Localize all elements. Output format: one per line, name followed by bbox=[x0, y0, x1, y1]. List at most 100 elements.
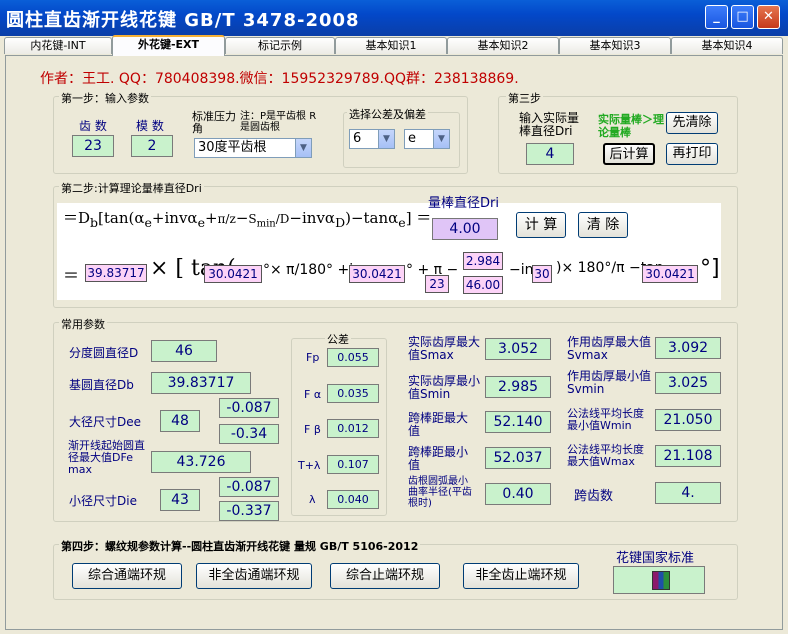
pressure-angle-label: 标准压力角 bbox=[192, 110, 236, 135]
teeth-input[interactable]: 23 bbox=[72, 135, 114, 157]
tolerance-title: 选择公差及偏差 bbox=[347, 106, 428, 122]
fp-value: 0.055 bbox=[327, 348, 379, 367]
root-radius-label: 齿根圆弧最小曲率半径(平齿根时) bbox=[408, 476, 472, 509]
span-teeth-value: 4. bbox=[655, 482, 721, 504]
smax-value: 3.052 bbox=[485, 338, 551, 360]
minor-dia-value: 43 bbox=[160, 489, 200, 511]
smax-label: 实际齿厚最大值Smax bbox=[408, 335, 481, 362]
t-lambda-value: 0.107 bbox=[327, 455, 379, 474]
root-note: 注：P是平齿根 R是圆齿根 bbox=[240, 111, 317, 133]
archive-icon bbox=[652, 571, 670, 590]
wmin-value: 21.050 bbox=[655, 409, 721, 431]
calc-later-button[interactable]: 后计算 bbox=[603, 143, 655, 165]
minimize-button[interactable]: _ bbox=[705, 5, 728, 29]
maximize-button[interactable]: □ bbox=[731, 5, 754, 29]
teeth-label: 齿 数 bbox=[79, 119, 107, 133]
wmin-label: 公法线平均长度最小值Wmin bbox=[567, 407, 644, 432]
tab-internal-spline[interactable]: 内花键-INT bbox=[4, 37, 112, 54]
module-input[interactable]: 2 bbox=[131, 135, 173, 157]
reprint-button[interactable]: 再打印 bbox=[666, 143, 718, 165]
major-dia-lower: -0.34 bbox=[219, 424, 279, 444]
deviation-select[interactable]: e ▼ bbox=[404, 129, 450, 149]
author-info: 作者：王工. QQ：780408398.微信：15952329789.QQ群：2… bbox=[40, 71, 519, 87]
tolerance-grade-value: 6 bbox=[353, 131, 362, 146]
major-dia-label: 大径尺寸Dee bbox=[69, 415, 142, 429]
span-teeth-label: 跨齿数 bbox=[574, 489, 614, 504]
formula-alpha-1: 30.0421 bbox=[204, 265, 262, 283]
pressure-angle-select[interactable]: 30度平齿根 ▼ bbox=[194, 138, 312, 158]
svmin-label: 作用齿厚最小值Svmin bbox=[567, 369, 652, 396]
clear-button[interactable]: 清 除 bbox=[578, 212, 628, 238]
fp-label: Fp bbox=[306, 351, 320, 364]
falpha-label: F α bbox=[304, 388, 322, 401]
smin-value: 2.985 bbox=[485, 376, 551, 398]
chevron-down-icon[interactable]: ▼ bbox=[433, 130, 449, 148]
falpha-value: 0.035 bbox=[327, 384, 379, 403]
chevron-down-icon[interactable]: ▼ bbox=[378, 130, 394, 148]
formula-close-bracket: °] bbox=[700, 256, 720, 281]
pressure-angle-value: 30度平齿根 bbox=[198, 140, 267, 155]
pitch-dia-value: 46 bbox=[151, 340, 217, 362]
dri-output: 4.00 bbox=[432, 218, 498, 240]
formula-db: 39.83717 bbox=[85, 264, 147, 282]
tab-basics-1[interactable]: 基本知识1 bbox=[335, 37, 447, 54]
formula-z: 23 bbox=[425, 275, 449, 293]
step3-title: 第三步 bbox=[506, 90, 543, 106]
clear-first-button[interactable]: 先清除 bbox=[666, 112, 718, 134]
form-dia-value: 43.726 bbox=[151, 451, 251, 473]
tab-basics-3[interactable]: 基本知识3 bbox=[559, 37, 671, 54]
mmin-label: 跨棒距最小值 bbox=[408, 445, 469, 472]
partial-go-ring-button[interactable]: 非全齿通端环规 bbox=[196, 563, 312, 589]
step4-title: 第四步：螺纹规参数计算--圆柱直齿渐开线花键 量规 GB/T 5106-2012 bbox=[59, 538, 421, 554]
chevron-down-icon[interactable]: ▼ bbox=[295, 139, 311, 157]
nogo-ring-gauge-button[interactable]: 综合止端环规 bbox=[330, 563, 440, 589]
tab-basics-4[interactable]: 基本知识4 bbox=[671, 37, 783, 54]
mmax-label: 跨棒距最大值 bbox=[408, 411, 469, 438]
window-title: 圆柱直齿渐开线花键 GB/T 3478-2008 bbox=[6, 10, 360, 31]
fbeta-label: F β bbox=[304, 423, 321, 436]
rod-hint: 实际量棒＞理论量棒 bbox=[598, 113, 664, 139]
tab-marking-example[interactable]: 标记示例 bbox=[225, 37, 335, 54]
svmax-value: 3.092 bbox=[655, 337, 721, 359]
formula-alpha-2: 30.0421 bbox=[349, 265, 405, 283]
title-bar: 圆柱直齿渐开线花键 GB/T 3478-2008 _ □ ✕ bbox=[0, 0, 788, 36]
lambda-label: λ bbox=[309, 493, 316, 506]
module-label: 模 数 bbox=[136, 119, 164, 133]
partial-nogo-ring-button[interactable]: 非全齿止端环规 bbox=[463, 563, 579, 589]
deviation-value: e bbox=[408, 131, 416, 146]
svmin-value: 3.025 bbox=[655, 372, 721, 394]
tolerance-box-title: 公差 bbox=[325, 331, 351, 347]
common-title: 常用参数 bbox=[59, 316, 107, 332]
lambda-value: 0.040 bbox=[327, 490, 379, 509]
tab-external-spline[interactable]: 外花键-EXT bbox=[112, 35, 225, 56]
dri-label: 量棒直径Dri bbox=[428, 196, 499, 211]
equals-sign: ＝ bbox=[63, 266, 80, 285]
wmax-value: 21.108 bbox=[655, 445, 721, 467]
go-ring-gauge-button[interactable]: 综合通端环规 bbox=[72, 563, 182, 589]
national-standard-link[interactable] bbox=[613, 566, 705, 594]
minor-dia-lower: -0.337 bbox=[219, 501, 279, 521]
actual-rod-input[interactable]: 4 bbox=[526, 143, 574, 165]
formula-line-1: ＝Db[tan(αe+invαe+π/z−Smin/D−invαD)−tanαe… bbox=[63, 209, 432, 230]
fbeta-value: 0.012 bbox=[327, 419, 379, 438]
t-lambda-label: T+λ bbox=[298, 459, 321, 472]
step2-title: 第二步:计算理论量棒直径Dri bbox=[59, 180, 204, 196]
formula-s: 2.984 bbox=[463, 252, 503, 270]
minor-dia-label: 小径尺寸Die bbox=[69, 494, 137, 508]
smin-label: 实际齿厚最小值Smin bbox=[408, 374, 481, 401]
tolerance-grade-select[interactable]: 6 ▼ bbox=[349, 129, 395, 149]
major-dia-value: 48 bbox=[160, 410, 200, 432]
form-dia-label: 渐开线起始圆直径最大值DFe max bbox=[68, 439, 145, 476]
root-radius-value: 0.40 bbox=[485, 483, 551, 505]
tab-basics-2[interactable]: 基本知识2 bbox=[447, 37, 559, 54]
calculate-button[interactable]: 计 算 bbox=[516, 212, 566, 238]
step1-title: 第一步：输入参数 bbox=[59, 90, 151, 106]
national-standard-label: 花键国家标准 bbox=[616, 551, 695, 566]
formula-alpha-3: 30.0421 bbox=[642, 265, 698, 283]
mmin-value: 52.037 bbox=[485, 447, 551, 469]
mmax-value: 52.140 bbox=[485, 411, 551, 433]
svmax-label: 作用齿厚最大值Svmax bbox=[567, 335, 652, 362]
major-dia-upper: -0.087 bbox=[219, 398, 279, 418]
close-button[interactable]: ✕ bbox=[757, 5, 780, 29]
base-dia-label: 基圆直径Db bbox=[69, 378, 134, 392]
